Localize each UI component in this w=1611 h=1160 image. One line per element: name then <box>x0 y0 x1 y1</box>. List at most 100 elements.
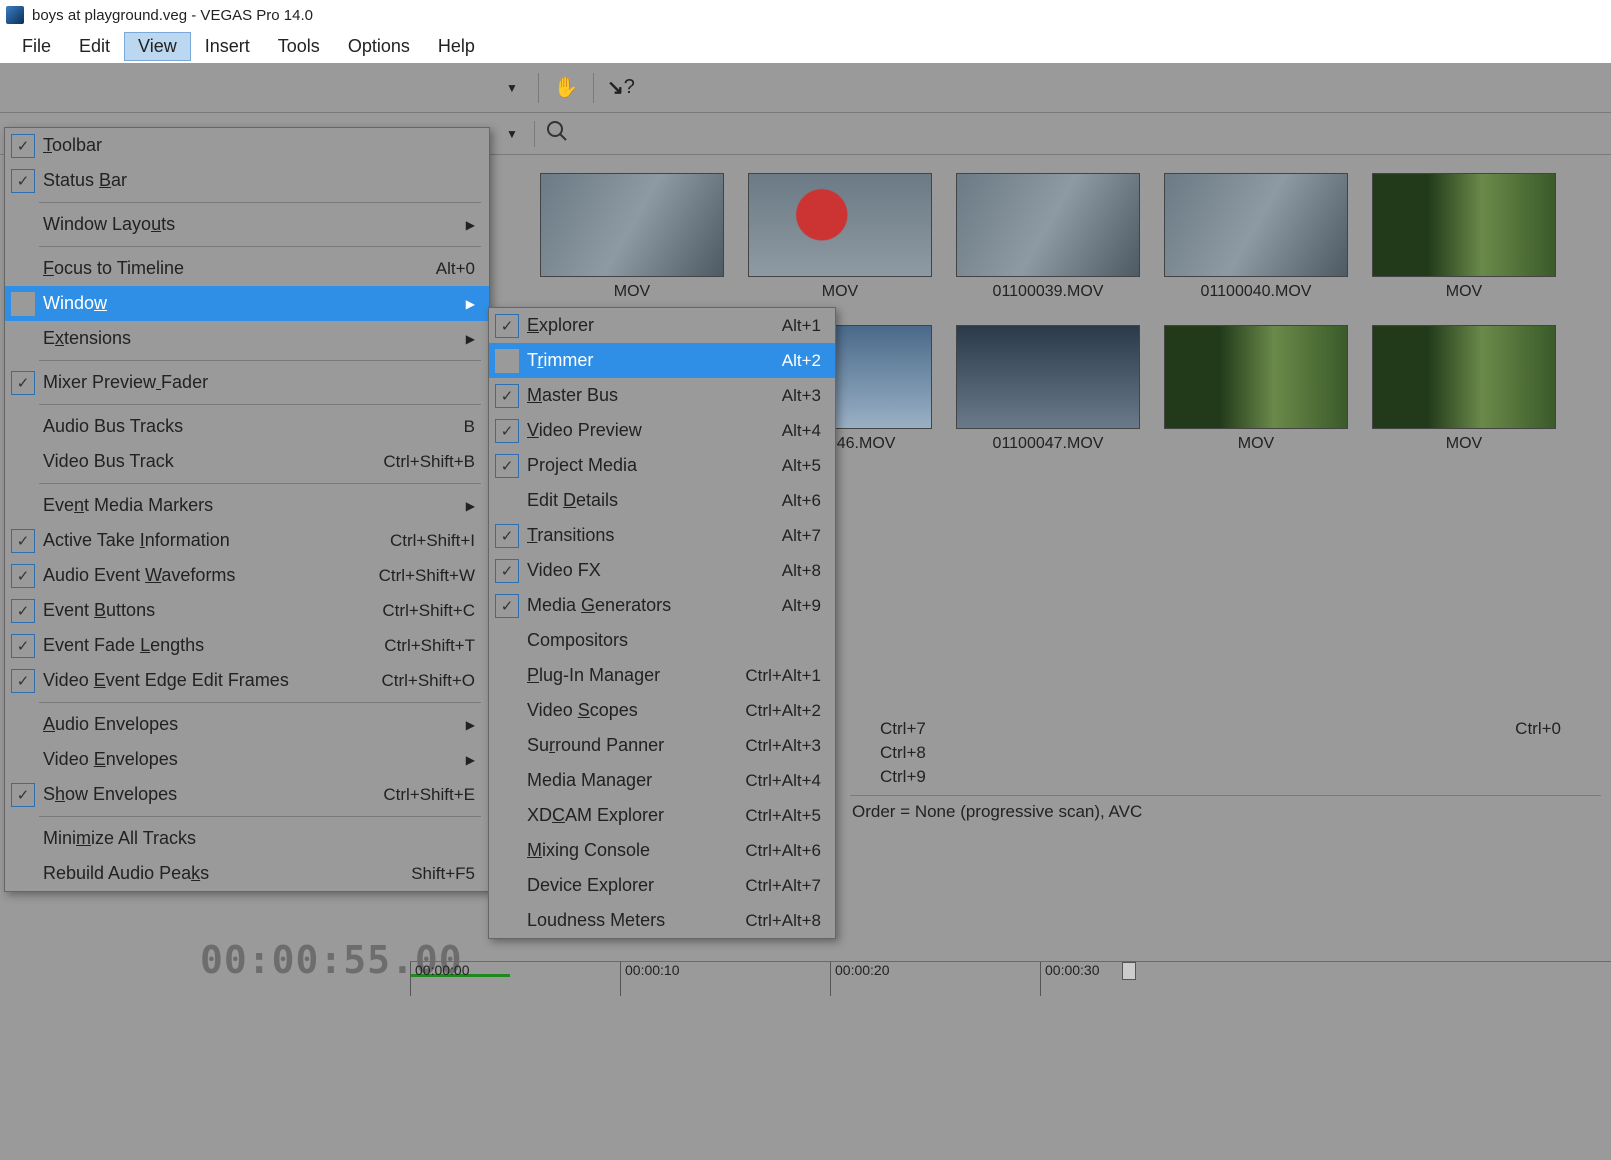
menu-item-label: Project Media <box>523 455 782 476</box>
menu-shortcut: B <box>464 417 475 437</box>
view-menu-item-audio-bus-tracks[interactable]: Audio Bus TracksB <box>5 409 489 444</box>
media-thumbnail[interactable]: 01100040.MOV <box>1164 173 1348 301</box>
menu-item-label: Transitions <box>523 525 782 546</box>
view-menu-item-video-event-edge-edit-frames[interactable]: ✓Video Event Edge Edit FramesCtrl+Shift+… <box>5 663 489 698</box>
menu-view[interactable]: View <box>124 32 191 61</box>
view-menu-item-extensions[interactable]: Extensions ▶ <box>5 321 489 356</box>
menu-item-label: Extensions <box>39 328 458 349</box>
menu-shortcut: Ctrl+Shift+T <box>384 636 475 656</box>
window-submenu-item-trimmer[interactable]: TrimmerAlt+2 <box>489 343 835 378</box>
window-submenu-item-project-media[interactable]: ✓Project MediaAlt+5 <box>489 448 835 483</box>
media-thumbnail[interactable]: MOV <box>1372 325 1556 453</box>
window-submenu-item-compositors[interactable]: Compositors <box>489 623 835 658</box>
thumbnail-image <box>1164 173 1348 277</box>
menu-item-label: Toolbar <box>39 135 475 156</box>
thumbnail-label: 01100040.MOV <box>1201 283 1312 301</box>
menu-tools[interactable]: Tools <box>264 32 334 61</box>
media-thumbnail[interactable]: 01100039.MOV <box>956 173 1140 301</box>
thumbnail-image <box>540 173 724 277</box>
menu-item-label: Device Explorer <box>523 875 745 896</box>
search-icon[interactable] <box>545 119 569 149</box>
thumbnail-image <box>1372 325 1556 429</box>
menu-item-label: Event Media Markers <box>39 495 458 516</box>
window-submenu-item-surround-panner[interactable]: Surround PannerCtrl+Alt+3 <box>489 728 835 763</box>
media-thumbnail[interactable]: MOV <box>540 173 724 301</box>
app-icon <box>6 6 24 24</box>
view-menu-item-window-layouts[interactable]: Window Layouts▶ <box>5 207 489 242</box>
window-submenu-item-media-manager[interactable]: Media ManagerCtrl+Alt+4 <box>489 763 835 798</box>
menu-shortcut: Ctrl+Alt+5 <box>745 806 821 826</box>
window-submenu-item-video-fx[interactable]: ✓Video FXAlt+8 <box>489 553 835 588</box>
menu-shortcut: Ctrl+Alt+4 <box>745 771 821 791</box>
thumbnail-label: MOV <box>822 283 858 301</box>
toolbar-dropdown[interactable]: ▼ <box>500 77 524 99</box>
thumbnail-label: MOV <box>1446 283 1482 301</box>
menu-item-label: Video Scopes <box>523 700 745 721</box>
view-menu-item-active-take-information[interactable]: ✓Active Take InformationCtrl+Shift+I <box>5 523 489 558</box>
view-menu-item-window[interactable]: Window▶ <box>5 286 489 321</box>
view-menu-item-status-bar[interactable]: ✓Status Bar <box>5 163 489 198</box>
media-thumbnail[interactable]: MOV <box>1372 173 1556 301</box>
window-submenu-item-plug-in-manager[interactable]: Plug-In ManagerCtrl+Alt+1 <box>489 658 835 693</box>
menu-item-label: Window Layouts <box>39 214 458 235</box>
menu-file[interactable]: File <box>8 32 65 61</box>
window-submenu-item-loudness-meters[interactable]: Loudness MetersCtrl+Alt+8 <box>489 903 835 938</box>
timeline-marker[interactable] <box>1122 962 1136 980</box>
window-submenu-item-video-preview[interactable]: ✓Video PreviewAlt+4 <box>489 413 835 448</box>
window-submenu-item-media-generators[interactable]: ✓Media GeneratorsAlt+9 <box>489 588 835 623</box>
menu-item-label: Surround Panner <box>523 735 745 756</box>
thumbnail-image <box>956 325 1140 429</box>
menu-shortcut: Ctrl+Shift+O <box>381 671 475 691</box>
menu-shortcut: Alt+3 <box>782 386 821 406</box>
search-view-dropdown[interactable]: ▼ <box>500 123 524 145</box>
window-submenu-item-video-scopes[interactable]: Video ScopesCtrl+Alt+2 <box>489 693 835 728</box>
view-menu-item-event-fade-lengths[interactable]: ✓Event Fade LengthsCtrl+Shift+T <box>5 628 489 663</box>
view-menu-item-audio-envelopes[interactable]: Audio Envelopes▶ <box>5 707 489 742</box>
menu-options[interactable]: Options <box>334 32 424 61</box>
window-submenu-item-explorer[interactable]: ✓ExplorerAlt+1 <box>489 308 835 343</box>
check-icon: ✓ <box>495 419 519 443</box>
view-menu-item-event-media-markers[interactable]: Event Media Markers▶ <box>5 488 489 523</box>
submenu-arrow-icon: ▶ <box>466 332 475 346</box>
view-menu-item-minimize-all-tracks[interactable]: Minimize All Tracks <box>5 821 489 856</box>
view-menu-item-audio-event-waveforms[interactable]: ✓Audio Event WaveformsCtrl+Shift+W <box>5 558 489 593</box>
thumbnail-image <box>748 173 932 277</box>
window-submenu-item-master-bus[interactable]: ✓Master BusAlt+3 <box>489 378 835 413</box>
window-submenu-item-xdcam-explorer[interactable]: XDCAM ExplorerCtrl+Alt+5 <box>489 798 835 833</box>
media-thumbnail[interactable]: MOV <box>748 173 932 301</box>
menu-item-label: Audio Bus Tracks <box>39 416 464 437</box>
context-help-icon[interactable]: ↘? <box>608 75 634 101</box>
view-menu-item-event-buttons[interactable]: ✓Event ButtonsCtrl+Shift+C <box>5 593 489 628</box>
menu-insert[interactable]: Insert <box>191 32 264 61</box>
timeline-ruler[interactable]: 00:00:0000:00:1000:00:2000:00:30 <box>410 961 1611 995</box>
window-submenu-item-edit-details[interactable]: Edit DetailsAlt+6 <box>489 483 835 518</box>
view-menu-item-toolbar[interactable]: ✓Toolbar <box>5 128 489 163</box>
thumbnail-label: MOV <box>1238 435 1274 453</box>
menu-item-label: Audio Event Waveforms <box>39 565 379 586</box>
hand-tool-icon[interactable]: ✋ <box>553 75 579 101</box>
view-menu-separator <box>39 246 481 247</box>
window-submenu-item-mixing-console[interactable]: Mixing ConsoleCtrl+Alt+6 <box>489 833 835 868</box>
window-submenu-item-device-explorer[interactable]: Device ExplorerCtrl+Alt+7 <box>489 868 835 903</box>
view-menu-item-rebuild-audio-peaks[interactable]: Rebuild Audio PeaksShift+F5 <box>5 856 489 891</box>
view-menu-item-mixer-preview-fader[interactable]: ✓Mixer Preview Fader <box>5 365 489 400</box>
check-icon: ✓ <box>495 454 519 478</box>
menu-item-label: Video Envelopes <box>39 749 458 770</box>
menu-item-label: Event Fade Lengths <box>39 635 384 656</box>
menu-shortcut: Ctrl+Alt+1 <box>745 666 821 686</box>
view-menu-item-show-envelopes[interactable]: ✓Show EnvelopesCtrl+Shift+E <box>5 777 489 812</box>
menu-shortcut: Alt+6 <box>782 491 821 511</box>
menu-help[interactable]: Help <box>424 32 489 61</box>
window-submenu-item-transitions[interactable]: ✓TransitionsAlt+7 <box>489 518 835 553</box>
menu-item-label: Video Bus Track <box>39 451 383 472</box>
ruler-tick: 00:00:30 <box>1040 962 1100 996</box>
check-icon: ✓ <box>495 559 519 583</box>
menu-item-label: Master Bus <box>523 385 782 406</box>
menu-edit[interactable]: Edit <box>65 32 124 61</box>
view-menu-item-video-envelopes[interactable]: Video Envelopes▶ <box>5 742 489 777</box>
view-menu-item-video-bus-track[interactable]: Video Bus TrackCtrl+Shift+B <box>5 444 489 479</box>
view-menu-item-focus-to-timeline[interactable]: Focus to TimelineAlt+0 <box>5 251 489 286</box>
media-thumbnail[interactable]: MOV <box>1164 325 1348 453</box>
view-menu-separator <box>39 816 481 817</box>
media-thumbnail[interactable]: 01100047.MOV <box>956 325 1140 453</box>
